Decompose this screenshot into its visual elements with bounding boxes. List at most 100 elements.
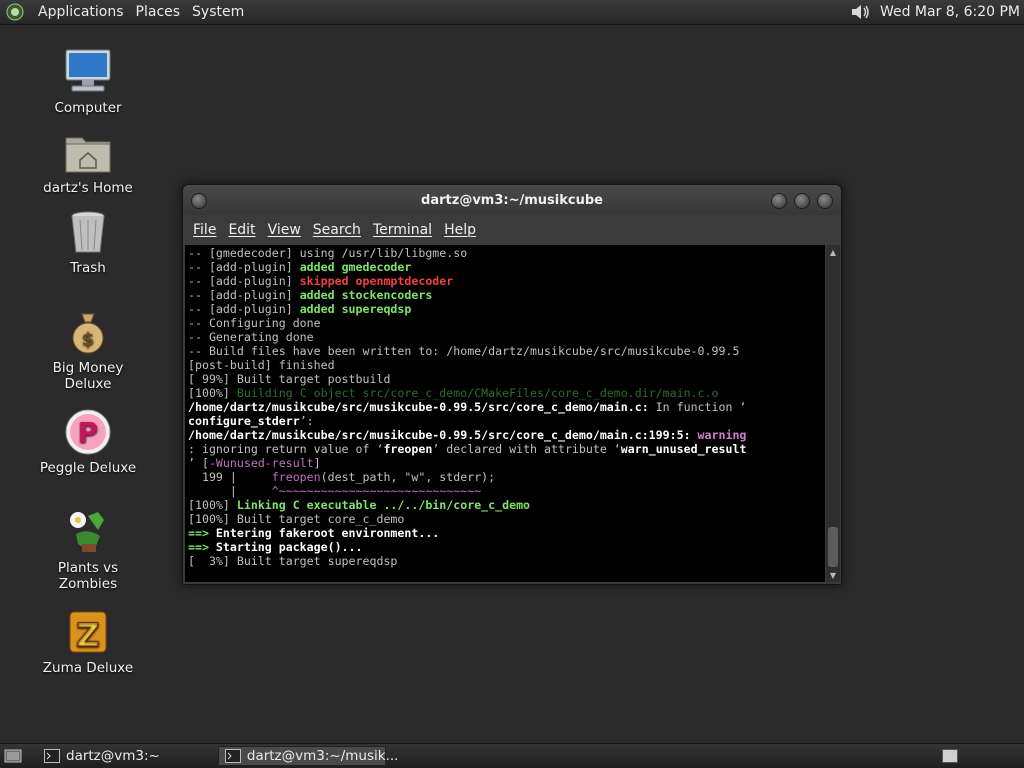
terminal-line: -- [gmedecoder] using /usr/lib/libgme.so — [188, 246, 825, 260]
taskbar-item-terminal-musikcube[interactable]: dartz@vm3:~/musik... — [217, 746, 398, 766]
desktop-icon-computer[interactable]: Computer — [28, 46, 148, 116]
terminal-window[interactable]: dartz@vm3:~/musikcube File Edit View Sea… — [182, 184, 842, 585]
terminal-line: -- [add-plugin] added gmedecoder — [188, 260, 825, 274]
terminal-line: [ 3%] Built target supereqdsp — [188, 554, 825, 568]
desktop-icon-zuma[interactable]: Z Zuma Deluxe — [28, 606, 148, 676]
terminal-text-segment: [100%] Built target core_c_demo — [188, 512, 405, 526]
terminal-text-segment: -Wunused-result — [208, 456, 314, 470]
terminal-text-segment: -- [add-plugin] — [188, 260, 300, 274]
terminal-line: -- [add-plugin] skipped openmptdecoder — [188, 274, 825, 288]
terminal-text-segment: -- [gmedecoder] using /usr/lib/libgme.so — [188, 246, 468, 260]
desktop-icon-label: Peggle Deluxe — [39, 460, 137, 476]
peggle-icon: P — [65, 409, 111, 455]
desktop-icon-plants-vs-zombies[interactable]: Plants vs Zombies — [28, 506, 148, 592]
terminal-line: 199 | freopen(dest_path, "w", stderr); — [188, 470, 825, 484]
terminal-text-segment: : ignoring return value of ‘ — [188, 442, 384, 456]
terminal-line: ==> Starting package()... — [188, 540, 825, 554]
menu-view[interactable]: View — [262, 222, 307, 238]
terminal-text-segment: (dest_path, "w", stderr); — [320, 470, 496, 484]
menu-terminal[interactable]: Terminal — [367, 222, 438, 238]
terminal-text-segment: /home/dartz/musikcube/src/musikcube-0.99… — [188, 428, 691, 442]
terminal-text-segment: added stockencoders — [299, 288, 433, 302]
terminal-text-segment: Starting package()... — [215, 540, 363, 554]
terminal-text-segment: ^~~~~~~~~~~~~~~~~~~~~~~~~~~~~~ — [271, 484, 482, 498]
terminal-text-segment: -- Build files have been written to: /ho… — [188, 344, 740, 358]
desktop-icon-label: Big Money Deluxe — [52, 360, 124, 392]
bottom-panel: dartz@vm3:~ dartz@vm3:~/musik... — [0, 743, 1024, 768]
trash-icon — [71, 211, 105, 253]
terminal-text-segment: ] — [313, 456, 321, 470]
terminal-text-segment: [100%] — [188, 386, 237, 400]
terminal-text-segment: ’ declared with attribute ‘ — [432, 442, 621, 456]
desktop-icon-label: Trash — [70, 260, 106, 276]
terminal-text-segment: warning — [697, 428, 747, 442]
terminal-text-segment: In function ‘ — [648, 400, 747, 414]
window-menu-button[interactable] — [191, 193, 207, 209]
desktop-icon-peggle[interactable]: P Peggle Deluxe — [28, 406, 148, 476]
menu-applications[interactable]: Applications — [32, 4, 130, 20]
top-panel: Applications Places System Wed Mar 8, 6:… — [0, 0, 1024, 25]
taskbar-item-terminal-home[interactable]: dartz@vm3:~ — [38, 746, 166, 766]
terminal-text-segment: -- Configuring done — [188, 316, 321, 330]
terminal-text-segment: | — [188, 484, 272, 498]
terminal-line: -- [add-plugin] added supereqdsp — [188, 302, 825, 316]
terminal-text-segment: -- [add-plugin] — [188, 274, 300, 288]
scroll-down-icon[interactable]: ▼ — [826, 568, 840, 582]
terminal-text-segment: /home/dartz/musikcube/src/musikcube-0.99… — [188, 400, 649, 414]
workspace-switcher[interactable] — [942, 749, 958, 763]
terminal-line: -- [add-plugin] added stockencoders — [188, 288, 825, 302]
taskbar-item-label: dartz@vm3:~/musik... — [246, 748, 399, 764]
terminal-line: [100%] Building C object src/core_c_demo… — [188, 386, 825, 400]
terminal-text-segment: [ 3%] Built target supereqdsp — [188, 554, 398, 568]
show-desktop-icon[interactable] — [2, 747, 24, 765]
terminal-icon — [44, 749, 60, 763]
zuma-icon: Z — [69, 611, 107, 655]
window-titlebar[interactable]: dartz@vm3:~/musikcube — [183, 185, 841, 215]
desktop-icon-big-money[interactable]: $ Big Money Deluxe — [28, 306, 148, 392]
home-folder-icon — [65, 137, 111, 173]
terminal-text-segment: Entering fakeroot environment... — [215, 526, 440, 540]
clock[interactable]: Wed Mar 8, 6:20 PM — [880, 4, 1020, 20]
terminal-line: /home/dartz/musikcube/src/musikcube-0.99… — [188, 428, 825, 442]
terminal-line: [ 99%] Built target postbuild — [188, 372, 825, 386]
window-title: dartz@vm3:~/musikcube — [421, 192, 603, 208]
menu-edit[interactable]: Edit — [222, 222, 261, 238]
menu-places[interactable]: Places — [130, 4, 187, 20]
menu-file[interactable]: File — [187, 222, 222, 238]
menu-search[interactable]: Search — [307, 222, 367, 238]
terminal-text-segment: added gmedecoder — [299, 260, 412, 274]
terminal-line: ’ [-Wunused-result] — [188, 456, 825, 470]
scroll-up-icon[interactable]: ▲ — [826, 245, 840, 259]
plants-icon — [70, 512, 104, 552]
menu-system[interactable]: System — [186, 4, 250, 20]
desktop-icon-label: dartz's Home — [43, 180, 133, 196]
terminal-text-segment: added supereqdsp — [299, 302, 412, 316]
svg-text:$: $ — [82, 329, 95, 350]
maximize-button[interactable] — [794, 193, 810, 209]
menu-help[interactable]: Help — [438, 222, 482, 238]
terminal-menubar: File Edit View Search Terminal Help — [183, 215, 841, 245]
close-button[interactable] — [817, 193, 833, 209]
terminal-text-segment: freopen — [271, 470, 321, 484]
terminal-text-segment: configure_stderr — [188, 414, 300, 428]
terminal-text-segment: -- [add-plugin] — [188, 288, 300, 302]
terminal-text-segment: Building C object src/core_c_demo/CMakeF… — [236, 386, 719, 400]
terminal-line: [100%] Linking C executable ../../bin/co… — [188, 498, 825, 512]
terminal-scrollbar[interactable]: ▲ ▼ — [826, 245, 840, 582]
taskbar-item-label: dartz@vm3:~ — [66, 748, 160, 764]
minimize-button[interactable] — [771, 193, 787, 209]
terminal-text-segment: ’ [ — [188, 456, 209, 470]
scroll-thumb[interactable] — [828, 527, 838, 567]
terminal-line: [post-build] finished — [188, 358, 825, 372]
gnome-foot-icon[interactable] — [4, 1, 26, 23]
terminal-text-segment: -- Generating done — [188, 330, 314, 344]
volume-icon[interactable] — [850, 2, 872, 22]
money-bag-icon: $ — [72, 313, 104, 354]
terminal-line: -- Configuring done — [188, 316, 825, 330]
terminal-output[interactable]: -- [gmedecoder] using /usr/lib/libgme.so… — [185, 245, 825, 582]
terminal-line: /home/dartz/musikcube/src/musikcube-0.99… — [188, 400, 825, 414]
desktop-icon-trash[interactable]: Trash — [28, 206, 148, 276]
desktop-icon-home[interactable]: dartz's Home — [28, 126, 148, 196]
terminal-line: -- Build files have been written to: /ho… — [188, 344, 825, 358]
